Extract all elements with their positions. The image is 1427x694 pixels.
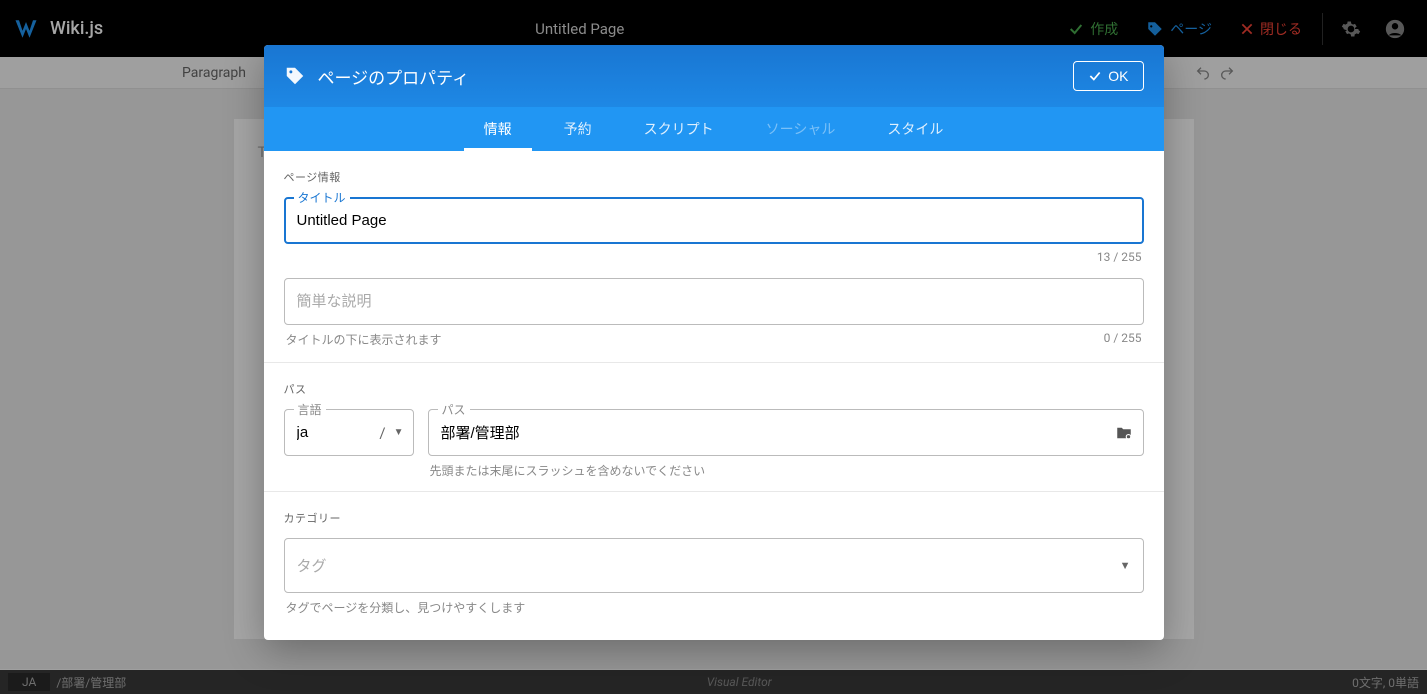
- tag-field: タグ ▼: [284, 538, 1144, 593]
- modal-overlay: ページのプロパティ OK 情報 予約 スクリプト ソーシャル スタイル ページ情…: [0, 0, 1427, 694]
- path-hint: 先頭または末尾にスラッシュを含めないでください: [430, 462, 1144, 479]
- tag-select[interactable]: タグ ▼: [284, 538, 1144, 593]
- dialog-tabs: 情報 予約 スクリプト ソーシャル スタイル: [264, 107, 1164, 151]
- title-input[interactable]: [284, 197, 1144, 244]
- dialog-title: ページのプロパティ: [318, 64, 470, 89]
- title-hint: [286, 250, 1097, 264]
- title-label: タイトル: [294, 189, 350, 206]
- folder-search-icon[interactable]: [1114, 424, 1134, 442]
- path-field-wrap: パス 先頭または末尾にスラッシュを含めないでください: [428, 409, 1144, 479]
- title-field: タイトル: [284, 197, 1144, 244]
- path-field: パス: [428, 409, 1144, 456]
- tag-icon: [284, 65, 306, 87]
- tab-social: ソーシャル: [758, 107, 844, 151]
- tab-script[interactable]: スクリプト: [636, 107, 722, 151]
- slash-separator: /: [379, 424, 385, 442]
- path-input[interactable]: [428, 409, 1144, 456]
- path-label: パス: [438, 401, 470, 418]
- ok-button[interactable]: OK: [1073, 61, 1143, 91]
- divider: [264, 491, 1164, 492]
- tab-info[interactable]: 情報: [476, 107, 520, 151]
- page-properties-dialog: ページのプロパティ OK 情報 予約 スクリプト ソーシャル スタイル ページ情…: [264, 45, 1164, 640]
- tab-schedule[interactable]: 予約: [556, 107, 600, 151]
- description-input[interactable]: [284, 278, 1144, 325]
- dialog-header: ページのプロパティ OK: [264, 45, 1164, 107]
- tag-placeholder: タグ: [297, 555, 327, 576]
- dialog-body: ページ情報 タイトル 13 / 255 タイトルの下に表示されます 0 / 25…: [264, 151, 1164, 640]
- section-path-label: パス: [284, 381, 1144, 397]
- chevron-down-icon: ▼: [1120, 559, 1131, 572]
- divider: [264, 362, 1164, 363]
- lang-field-wrap: 言語 / ▼: [284, 409, 414, 462]
- lang-suffix: / ▼: [379, 424, 403, 442]
- description-field: [284, 278, 1144, 325]
- tag-hint: タグでページを分類し、見つけやすくします: [286, 599, 1144, 616]
- description-counter: 0 / 255: [1104, 331, 1142, 348]
- lang-label: 言語: [294, 401, 326, 418]
- title-counter: 13 / 255: [1097, 250, 1142, 264]
- check-icon: [1088, 69, 1102, 83]
- ok-label: OK: [1108, 68, 1128, 84]
- chevron-down-icon: ▼: [394, 427, 404, 438]
- path-row: 言語 / ▼ パス: [284, 409, 1144, 479]
- section-category-label: カテゴリー: [284, 510, 1144, 526]
- description-hint: タイトルの下に表示されます: [286, 331, 1104, 348]
- lang-field: 言語 / ▼: [284, 409, 414, 456]
- section-info-label: ページ情報: [284, 169, 1144, 185]
- tab-style[interactable]: スタイル: [879, 107, 951, 151]
